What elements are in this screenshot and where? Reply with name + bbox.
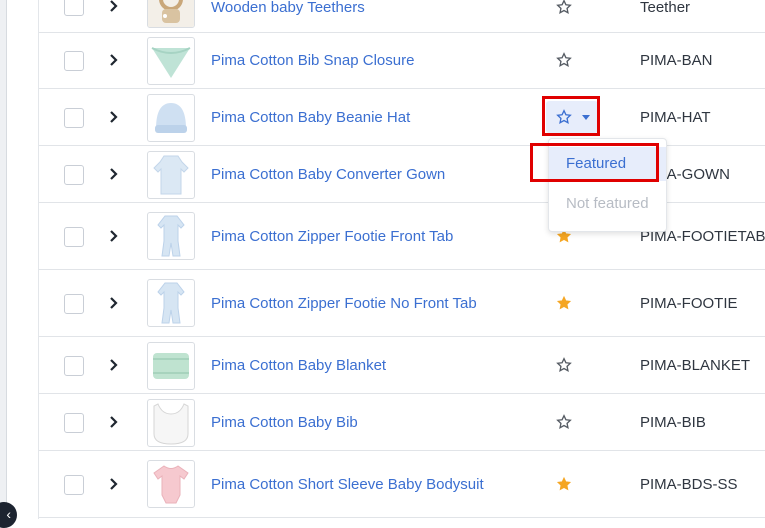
expand-row-icon[interactable]	[109, 168, 119, 180]
highlight-box	[542, 96, 600, 136]
product-thumbnail	[147, 342, 195, 390]
row-checkbox[interactable]	[64, 165, 84, 185]
product-sku: PIMA-HAT	[640, 109, 711, 126]
row-checkbox[interactable]	[64, 108, 84, 128]
product-sku: PIMA-BDS-SS	[640, 476, 738, 493]
product-sku: PIMA-BIB	[640, 414, 706, 431]
table-row: Wooden baby Teethers Teether	[39, 0, 765, 33]
product-name-link[interactable]: Pima Cotton Baby Bib	[211, 414, 358, 431]
star-outline-icon[interactable]	[556, 414, 572, 430]
highlight-box	[530, 143, 659, 182]
expand-row-icon[interactable]	[109, 230, 119, 242]
product-name-link[interactable]: Pima Cotton Baby Converter Gown	[211, 166, 445, 183]
expand-row-icon[interactable]	[109, 297, 119, 309]
star-outline-icon[interactable]	[556, 0, 572, 15]
product-thumbnail	[147, 279, 195, 327]
product-thumbnail	[147, 94, 195, 142]
table-row: Pima Cotton Baby Bib PIMA-BIB	[39, 394, 765, 451]
table-row: Pima Cotton Bib Snap Closure PIMA-BAN	[39, 32, 765, 89]
expand-row-icon[interactable]	[109, 111, 119, 123]
table-row: Pima Cotton Baby Blanket PIMA-BLANKET	[39, 337, 765, 394]
product-name-link[interactable]: Pima Cotton Baby Beanie Hat	[211, 109, 410, 126]
product-thumbnail	[147, 212, 195, 260]
row-checkbox[interactable]	[64, 475, 84, 495]
table-row: Pima Cotton Short Sleeve Baby Bodysuit P…	[39, 451, 765, 518]
row-checkbox[interactable]	[64, 356, 84, 376]
product-sku: PIMA-FOOTIE	[640, 295, 738, 312]
product-thumbnail	[147, 399, 195, 447]
star-outline-icon[interactable]	[556, 357, 572, 373]
product-sku: PIMA-BLANKET	[640, 357, 751, 374]
product-name-link[interactable]: Pima Cotton Baby Blanket	[211, 357, 386, 374]
product-sku: Teether	[640, 0, 691, 16]
product-thumbnail	[147, 0, 195, 28]
product-sku: PIMA-BAN	[640, 52, 713, 69]
product-thumbnail	[147, 151, 195, 199]
product-name-link[interactable]: Pima Cotton Short Sleeve Baby Bodysuit	[211, 476, 484, 493]
row-checkbox[interactable]	[64, 0, 84, 16]
expand-row-icon[interactable]	[109, 359, 119, 371]
expand-row-icon[interactable]	[109, 54, 119, 66]
row-checkbox[interactable]	[64, 413, 84, 433]
expand-row-icon[interactable]	[109, 416, 119, 428]
row-checkbox[interactable]	[64, 51, 84, 71]
expand-row-icon[interactable]	[109, 478, 119, 490]
sidebar-divider	[6, 0, 7, 519]
sidebar-collapse-button[interactable]: ‹	[0, 502, 17, 528]
table-row: Pima Cotton Zipper Footie No Front Tab P…	[39, 270, 765, 337]
menu-item-not-featured[interactable]: Not featured	[549, 187, 666, 221]
product-thumbnail	[147, 460, 195, 508]
product-name-link[interactable]: Pima Cotton Zipper Footie Front Tab	[211, 228, 453, 245]
row-checkbox[interactable]	[64, 294, 84, 314]
star-filled-icon[interactable]	[556, 295, 572, 311]
product-thumbnail	[147, 37, 195, 85]
expand-row-icon[interactable]	[109, 0, 119, 12]
product-name-link[interactable]: Wooden baby Teethers	[211, 0, 365, 16]
chevron-left-icon: ‹	[6, 506, 11, 522]
product-name-link[interactable]: Pima Cotton Zipper Footie No Front Tab	[211, 295, 477, 312]
star-filled-icon[interactable]	[556, 476, 572, 492]
row-checkbox[interactable]	[64, 227, 84, 247]
product-name-link[interactable]: Pima Cotton Bib Snap Closure	[211, 52, 414, 69]
star-outline-icon[interactable]	[556, 52, 572, 68]
